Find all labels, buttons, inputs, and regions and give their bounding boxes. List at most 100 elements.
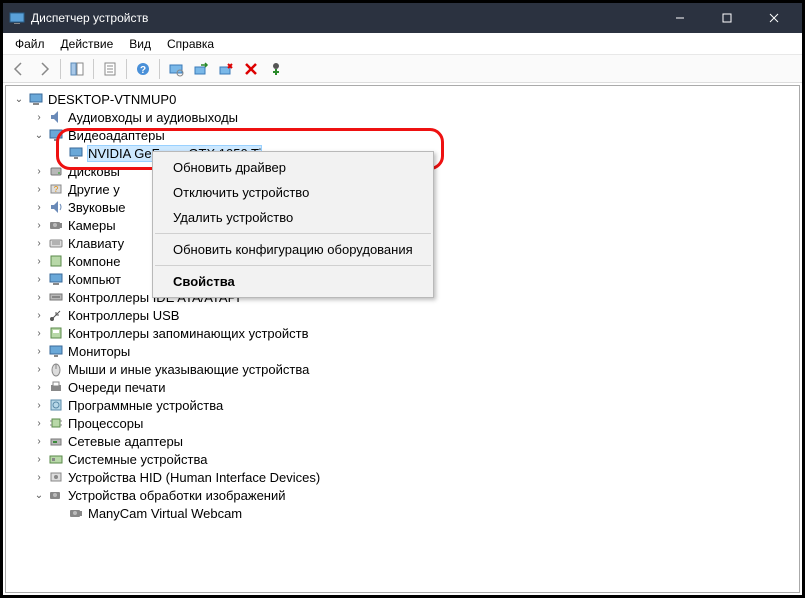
close-button[interactable] <box>751 4 796 32</box>
caret-icon[interactable]: › <box>32 308 46 322</box>
net-icon <box>48 433 64 449</box>
disk-icon <box>48 163 64 179</box>
ctx-scan-hardware[interactable]: Обновить конфигурацию оборудования <box>153 237 433 262</box>
caret-icon[interactable]: › <box>32 398 46 412</box>
tree-category-label: Процессоры <box>68 416 143 431</box>
update-driver-button[interactable] <box>189 57 213 81</box>
device-manager-window: Диспетчер устройств Файл Действие Вид Сп… <box>0 0 805 598</box>
monitor-icon <box>48 343 64 359</box>
ctx-separator <box>155 265 431 266</box>
caret-icon[interactable]: › <box>32 362 46 376</box>
caret-icon[interactable]: › <box>32 344 46 358</box>
toolbar-separator <box>93 59 94 79</box>
other-icon: ? <box>48 181 64 197</box>
tree-root-label: DESKTOP-VTNMUP0 <box>48 92 176 107</box>
window-title: Диспетчер устройств <box>31 11 657 25</box>
tree-category[interactable]: ›Мониторы <box>8 342 797 360</box>
keyboard-icon <box>48 235 64 251</box>
caret-icon[interactable]: › <box>32 236 46 250</box>
soft-icon <box>48 397 64 413</box>
help-button[interactable]: ? <box>131 57 155 81</box>
tree-category[interactable]: › Мыши и иные указывающие устройства <box>8 360 797 378</box>
tree-category[interactable]: ⌄ Видеоадаптеры <box>8 126 797 144</box>
tree-category[interactable]: ›Устройства HID (Human Interface Devices… <box>8 468 797 486</box>
menu-action[interactable]: Действие <box>53 35 122 53</box>
tree-category-label: Звуковые <box>68 200 126 215</box>
caret-icon[interactable]: › <box>32 110 46 124</box>
minimize-button[interactable] <box>657 4 702 32</box>
tree-category-label: Устройства обработки изображений <box>68 488 286 503</box>
toolbar-separator <box>126 59 127 79</box>
tree-category[interactable]: ›Сетевые адаптеры <box>8 432 797 450</box>
caret-icon[interactable]: › <box>32 218 46 232</box>
tree-device-label: ManyCam Virtual Webcam <box>88 506 242 521</box>
ide-icon <box>48 289 64 305</box>
tree-category[interactable]: › Процессоры <box>8 414 797 432</box>
tree-category[interactable]: › Очереди печати <box>8 378 797 396</box>
tree-category[interactable]: ⌄ Устройства обработки изображений <box>8 486 797 504</box>
app-icon <box>9 10 25 26</box>
tree-category[interactable]: ›Контроллеры USB <box>8 306 797 324</box>
audio-icon <box>48 109 64 125</box>
tree-category-label: Камеры <box>68 218 116 233</box>
window-buttons <box>657 4 796 32</box>
caret-icon[interactable]: › <box>32 434 46 448</box>
caret-icon[interactable]: › <box>32 272 46 286</box>
tree-category[interactable]: ›Контроллеры запоминающих устройств <box>8 324 797 342</box>
tree-device[interactable]: ManyCam Virtual Webcam <box>8 504 797 522</box>
ctx-disable-device[interactable]: Отключить устройство <box>153 180 433 205</box>
scan-button[interactable] <box>164 57 188 81</box>
caret-icon[interactable]: › <box>32 254 46 268</box>
usb-icon <box>48 307 64 323</box>
menu-help[interactable]: Справка <box>159 35 222 53</box>
display-icon <box>68 145 84 161</box>
caret-icon[interactable]: › <box>32 200 46 214</box>
toolbar: ? <box>3 55 802 83</box>
ctx-uninstall-device[interactable]: Удалить устройство <box>153 205 433 230</box>
display-icon <box>48 127 64 143</box>
tree-category-label: Клавиату <box>68 236 124 251</box>
tree-category-label: Видеоадаптеры <box>68 128 165 143</box>
caret-icon[interactable]: › <box>32 452 46 466</box>
menu-file[interactable]: Файл <box>7 35 53 53</box>
tree-category[interactable]: › Системные устройства <box>8 450 797 468</box>
tree-category[interactable]: ›Программные устройства <box>8 396 797 414</box>
show-hide-button[interactable] <box>65 57 89 81</box>
tree-category-label: Мыши и иные указывающие устройства <box>68 362 309 377</box>
add-legacy-button[interactable] <box>264 57 288 81</box>
caret-icon[interactable]: › <box>32 326 46 340</box>
print-icon <box>48 379 64 395</box>
caret-icon[interactable]: › <box>32 416 46 430</box>
menu-view[interactable]: Вид <box>121 35 159 53</box>
context-menu: Обновить драйвер Отключить устройство Уд… <box>152 151 434 298</box>
tree-root[interactable]: ⌄ DESKTOP-VTNMUP0 <box>8 90 797 108</box>
ctx-properties[interactable]: Свойства <box>153 269 433 294</box>
tree-category-label: Системные устройства <box>68 452 207 467</box>
cpu-icon <box>48 415 64 431</box>
tree-category-label: Компоне <box>68 254 120 269</box>
maximize-button[interactable] <box>704 4 749 32</box>
tree-category-label: Аудиовходы и аудиовыходы <box>68 110 238 125</box>
caret-icon[interactable]: › <box>32 380 46 394</box>
tree-category[interactable]: › Аудиовходы и аудиовыходы <box>8 108 797 126</box>
properties-button[interactable] <box>98 57 122 81</box>
caret-icon[interactable]: › <box>32 290 46 304</box>
hid-icon <box>48 469 64 485</box>
caret-icon[interactable]: › <box>32 164 46 178</box>
tree-category-label: Очереди печати <box>68 380 166 395</box>
ctx-update-driver[interactable]: Обновить драйвер <box>153 155 433 180</box>
tree-category-label: Дисковы <box>68 164 120 179</box>
caret-icon[interactable]: › <box>32 182 46 196</box>
device-tree[interactable]: ⌄ DESKTOP-VTNMUP0 › Аудиовходы и аудиовых… <box>5 85 800 593</box>
caret-icon[interactable]: ⌄ <box>12 92 26 106</box>
uninstall-button[interactable] <box>239 57 263 81</box>
caret-icon[interactable]: › <box>32 470 46 484</box>
computer-icon <box>28 91 44 107</box>
toolbar-separator <box>159 59 160 79</box>
caret-icon[interactable]: ⌄ <box>32 488 46 502</box>
back-button[interactable] <box>7 57 31 81</box>
disable-button[interactable] <box>214 57 238 81</box>
tree-category-label: Другие у <box>68 182 120 197</box>
caret-icon[interactable]: ⌄ <box>32 128 46 142</box>
forward-button[interactable] <box>32 57 56 81</box>
